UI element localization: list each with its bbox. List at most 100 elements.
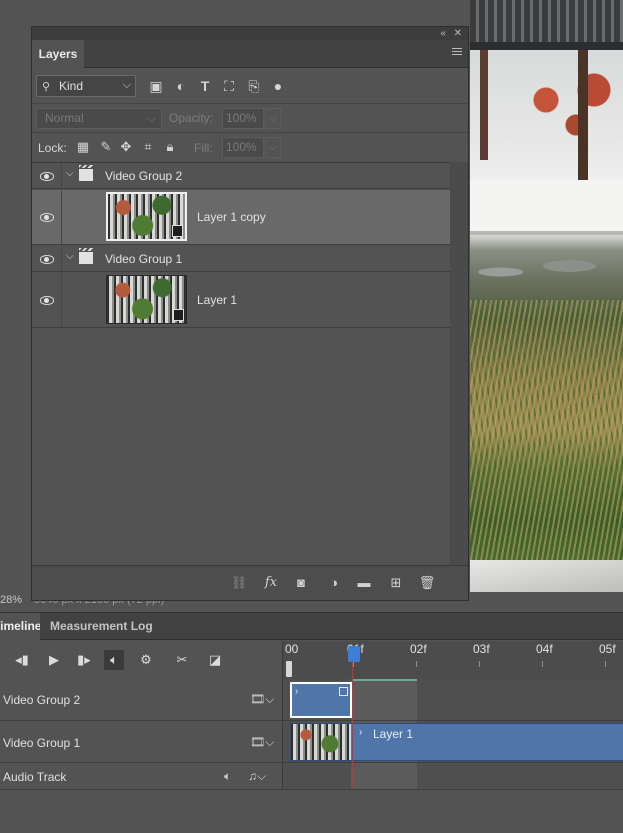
filter-kind-label: Kind <box>59 79 84 93</box>
timeline-tab-bar: Timeline Measurement Log <box>0 613 623 640</box>
layer-group-row[interactable]: ⌵ Video Group 2 <box>32 163 450 189</box>
timeline-controls: ◂▮ ▶ ▮▸ 🔈︎ ⚙ ✂ ◪ <box>0 641 280 679</box>
chevron-down-icon[interactable]: ⌵ <box>66 251 74 262</box>
document-image[interactable] <box>470 0 623 592</box>
eye-icon[interactable] <box>40 172 54 181</box>
tab-timeline[interactable]: Timeline <box>0 613 40 640</box>
panel-tab-bar: Layers <box>32 40 468 68</box>
add-mask-icon[interactable]: ◙ <box>292 575 310 591</box>
timeline-track[interactable]: Video Group 2 🎞︎⌵ › <box>0 679 623 721</box>
opacity-field[interactable]: 100% <box>222 108 264 129</box>
group-name: Video Group 2 <box>105 169 183 183</box>
visibility-cell[interactable] <box>32 273 62 327</box>
chevron-down-icon[interactable]: ⌵ <box>66 168 74 179</box>
track-media-menu-icon[interactable]: 🎞︎⌵ <box>250 692 274 707</box>
video-clip[interactable]: › <box>290 682 352 718</box>
fill-field[interactable]: 100% <box>222 137 264 158</box>
photo-grass <box>470 300 623 570</box>
track-lane[interactable]: › <box>282 679 623 720</box>
audio-volume-icon[interactable]: 🔈︎ <box>224 769 231 784</box>
timeline-ruler[interactable]: 00 01f 02f 03f 04f 05f <box>282 641 623 679</box>
eye-icon[interactable] <box>40 296 54 305</box>
tab-layers[interactable]: Layers <box>32 40 84 68</box>
clip-thumbnail <box>291 724 351 760</box>
shape-filter-icon[interactable]: ⛶ <box>221 78 237 94</box>
track-lane[interactable]: › Layer 1 <box>282 721 623 762</box>
collapse-panel-icon[interactable]: « <box>440 27 446 40</box>
video-clip[interactable]: › Layer 1 <box>290 723 623 761</box>
timeline-panel: Timeline Measurement Log ◂▮ ▶ ▮▸ 🔈︎ ⚙ ✂ … <box>0 612 623 833</box>
link-layers-icon[interactable]: ⛓ <box>230 575 248 591</box>
visibility-cell[interactable] <box>32 190 62 244</box>
fill-dropdown[interactable]: ⌵ <box>265 137 281 158</box>
adjustment-layer-icon[interactable]: ◑ <box>325 575 343 591</box>
work-area-start-handle[interactable] <box>286 661 292 677</box>
timeline-track[interactable]: Video Group 1 🎞︎⌵ › Layer 1 <box>0 721 623 763</box>
opacity-dropdown[interactable]: ⌵ <box>265 108 281 129</box>
blend-mode-select[interactable]: Normal ⌵ <box>36 108 162 129</box>
ruler-tick <box>416 661 417 667</box>
visibility-cell[interactable] <box>32 163 62 188</box>
image-filter-icon[interactable]: ▣ <box>148 78 164 94</box>
next-frame-icon[interactable]: ▮▸ <box>74 650 94 670</box>
clip-expand-icon[interactable]: › <box>295 686 298 697</box>
type-filter-icon[interactable]: T <box>197 78 213 94</box>
eye-icon[interactable] <box>40 255 54 264</box>
empty-track-area <box>351 763 417 789</box>
lock-all-icon[interactable]: 🔒︎ <box>162 139 178 155</box>
video-group-icon <box>79 165 93 181</box>
track-media-menu-icon[interactable]: 🎞︎⌵ <box>250 735 274 750</box>
lock-transparent-pixels-icon[interactable]: ▦ <box>75 139 91 155</box>
play-icon[interactable]: ▶ <box>44 650 64 670</box>
fx-icon[interactable]: fx <box>262 575 280 591</box>
new-layer-icon[interactable]: ⊞ <box>387 575 405 591</box>
layers-scrollbar[interactable] <box>450 162 468 565</box>
settings-gear-icon[interactable]: ⚙ <box>136 650 156 670</box>
playhead-line <box>352 661 353 788</box>
lock-row: Lock: ▦ ✎ ✥ ⌗ 🔒︎ Fill: 100% ⌵ <box>32 132 468 161</box>
clip-motion-icon[interactable] <box>339 687 348 696</box>
video-layer-icon <box>173 309 184 321</box>
chevron-down-icon: ⌵ <box>122 79 131 91</box>
adjustment-filter-icon[interactable]: ◐ <box>173 78 189 94</box>
new-group-icon[interactable]: ▬ <box>355 575 373 591</box>
lock-image-pixels-icon[interactable]: ✎ <box>98 139 114 155</box>
smart-object-filter-icon[interactable]: ⎘ <box>246 78 262 94</box>
audio-mute-icon[interactable]: 🔈︎ <box>104 650 124 670</box>
layer-row[interactable]: Layer 1 copy <box>32 190 450 245</box>
close-panel-icon[interactable]: ✕ <box>454 27 462 40</box>
zoom-level[interactable]: 28% <box>0 594 22 606</box>
layer-thumbnail[interactable] <box>106 275 187 324</box>
track-name: Audio Track <box>3 770 67 784</box>
ruler-tick <box>542 661 543 667</box>
tab-measurement-log[interactable]: Measurement Log <box>50 613 153 640</box>
ruler-label: 02f <box>410 642 427 656</box>
audio-track[interactable]: Audio Track 🔈︎ ♫⌵ <box>0 763 623 790</box>
filter-kind-select[interactable]: ⚲ Kind ⌵ <box>36 75 136 97</box>
photo-roof <box>470 0 623 42</box>
clip-expand-icon[interactable]: › <box>359 727 362 738</box>
eye-icon[interactable] <box>40 213 54 222</box>
delete-layer-icon[interactable]: 🗑︎ <box>418 575 436 591</box>
previous-frame-icon[interactable]: ◂▮ <box>12 650 32 670</box>
audio-menu-icon[interactable]: ♫⌵ <box>248 769 266 784</box>
lock-label: Lock: <box>38 141 67 155</box>
transition-icon[interactable]: ◪ <box>205 650 225 670</box>
split-scissors-icon[interactable]: ✂ <box>172 650 192 670</box>
filter-toggle-icon[interactable]: ● <box>270 78 286 94</box>
ruler-label: 03f <box>473 642 490 656</box>
opacity-label: Opacity: <box>169 111 214 125</box>
lock-position-icon[interactable]: ✥ <box>118 139 134 155</box>
track-lane[interactable] <box>282 763 623 789</box>
panel-title-bar[interactable]: « ✕ <box>32 27 468 40</box>
layer-group-row[interactable]: ⌵ Video Group 1 <box>32 246 450 272</box>
photo-post <box>578 50 588 180</box>
playhead-handle[interactable] <box>348 646 360 662</box>
video-layer-icon <box>172 225 183 237</box>
panel-menu-icon[interactable] <box>452 48 462 58</box>
layer-row[interactable]: Layer 1 <box>32 273 450 328</box>
visibility-cell[interactable] <box>32 246 62 271</box>
lock-artboard-icon[interactable]: ⌗ <box>140 139 156 155</box>
layer-thumbnail[interactable] <box>106 192 187 241</box>
group-name: Video Group 1 <box>105 252 183 266</box>
